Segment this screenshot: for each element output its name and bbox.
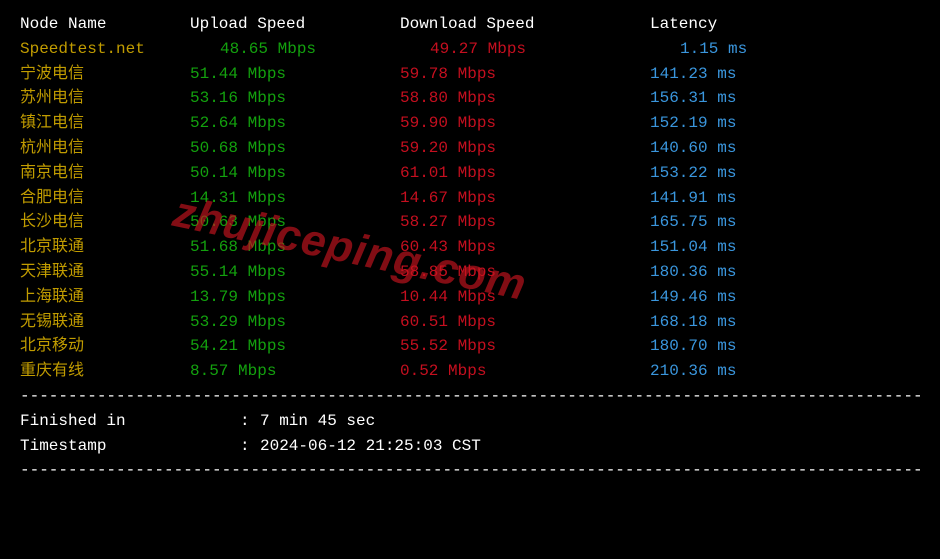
table-row: 北京联通51.68 Mbps60.43 Mbps151.04 ms xyxy=(20,235,920,260)
upload-speed: 50.14 Mbps xyxy=(190,161,400,186)
node-name: 重庆有线 xyxy=(20,359,190,384)
timestamp-label: Timestamp xyxy=(20,434,240,459)
upload-speed: 51.44 Mbps xyxy=(190,62,400,87)
upload-speed: 51.68 Mbps xyxy=(190,235,400,260)
footer-finished: Finished in : 7 min 45 sec xyxy=(20,409,920,434)
download-speed: 55.52 Mbps xyxy=(400,334,650,359)
download-speed: 14.67 Mbps xyxy=(400,186,650,211)
latency-value: 180.36 ms xyxy=(650,260,830,285)
node-name: 南京电信 xyxy=(20,161,190,186)
download-speed: 58.85 Mbps xyxy=(400,260,650,285)
table-row: 镇江电信52.64 Mbps59.90 Mbps152.19 ms xyxy=(20,111,920,136)
download-speed: 58.80 Mbps xyxy=(400,86,650,111)
table-row: 上海联通13.79 Mbps10.44 Mbps149.46 ms xyxy=(20,285,920,310)
table-row-speedtest: Speedtest.net 48.65 Mbps 49.27 Mbps 1.15… xyxy=(20,37,920,62)
node-name: 北京联通 xyxy=(20,235,190,260)
upload-speed: 8.57 Mbps xyxy=(190,359,400,384)
latency-value: 153.22 ms xyxy=(650,161,830,186)
node-name: 上海联通 xyxy=(20,285,190,310)
node-name: 天津联通 xyxy=(20,260,190,285)
latency-value: 180.70 ms xyxy=(650,334,830,359)
node-name: 苏州电信 xyxy=(20,86,190,111)
latency-value: 210.36 ms xyxy=(650,359,830,384)
finished-label: Finished in xyxy=(20,409,240,434)
node-name: 宁波电信 xyxy=(20,62,190,87)
download-speed: 10.44 Mbps xyxy=(400,285,650,310)
table-header-row: Node Name Upload Speed Download Speed La… xyxy=(20,12,920,37)
latency-value: 165.75 ms xyxy=(650,210,830,235)
separator: : xyxy=(240,409,260,434)
table-row: 长沙电信50.63 Mbps58.27 Mbps165.75 ms xyxy=(20,210,920,235)
separator: : xyxy=(240,434,260,459)
upload-speed: 50.63 Mbps xyxy=(190,210,400,235)
header-latency: Latency xyxy=(650,12,830,37)
table-row: 无锡联通53.29 Mbps60.51 Mbps168.18 ms xyxy=(20,310,920,335)
latency-value: 140.60 ms xyxy=(650,136,830,161)
divider-line: ----------------------------------------… xyxy=(20,458,920,483)
upload-speed: 53.29 Mbps xyxy=(190,310,400,335)
download-speed: 59.90 Mbps xyxy=(400,111,650,136)
table-row: 宁波电信51.44 Mbps59.78 Mbps141.23 ms xyxy=(20,62,920,87)
node-name: 合肥电信 xyxy=(20,186,190,211)
finished-value: 7 min 45 sec xyxy=(260,409,375,434)
latency-value: 1.15 ms xyxy=(650,37,830,62)
node-name: 长沙电信 xyxy=(20,210,190,235)
timestamp-value: 2024-06-12 21:25:03 CST xyxy=(260,434,481,459)
header-node: Node Name xyxy=(20,12,190,37)
header-upload: Upload Speed xyxy=(190,12,400,37)
latency-value: 141.23 ms xyxy=(650,62,830,87)
header-download: Download Speed xyxy=(400,12,650,37)
upload-speed: 52.64 Mbps xyxy=(190,111,400,136)
footer-timestamp: Timestamp : 2024-06-12 21:25:03 CST xyxy=(20,434,920,459)
table-row: 苏州电信53.16 Mbps58.80 Mbps156.31 ms xyxy=(20,86,920,111)
node-name: 镇江电信 xyxy=(20,111,190,136)
table-row: 北京移动54.21 Mbps55.52 Mbps180.70 ms xyxy=(20,334,920,359)
latency-value: 156.31 ms xyxy=(650,86,830,111)
table-body: 宁波电信51.44 Mbps59.78 Mbps141.23 ms苏州电信53.… xyxy=(20,62,920,384)
table-row: 南京电信50.14 Mbps61.01 Mbps153.22 ms xyxy=(20,161,920,186)
table-row: 天津联通55.14 Mbps58.85 Mbps180.36 ms xyxy=(20,260,920,285)
latency-value: 151.04 ms xyxy=(650,235,830,260)
upload-speed: 14.31 Mbps xyxy=(190,186,400,211)
upload-speed: 50.68 Mbps xyxy=(190,136,400,161)
download-speed: 0.52 Mbps xyxy=(400,359,650,384)
table-row: 杭州电信50.68 Mbps59.20 Mbps140.60 ms xyxy=(20,136,920,161)
download-speed: 60.43 Mbps xyxy=(400,235,650,260)
table-row: 合肥电信14.31 Mbps14.67 Mbps141.91 ms xyxy=(20,186,920,211)
download-speed: 61.01 Mbps xyxy=(400,161,650,186)
download-speed: 58.27 Mbps xyxy=(400,210,650,235)
table-row: 重庆有线8.57 Mbps0.52 Mbps210.36 ms xyxy=(20,359,920,384)
download-speed: 59.20 Mbps xyxy=(400,136,650,161)
download-speed: 59.78 Mbps xyxy=(400,62,650,87)
node-name: 杭州电信 xyxy=(20,136,190,161)
latency-value: 168.18 ms xyxy=(650,310,830,335)
download-speed: 49.27 Mbps xyxy=(400,37,650,62)
node-name: 北京移动 xyxy=(20,334,190,359)
upload-speed: 53.16 Mbps xyxy=(190,86,400,111)
download-speed: 60.51 Mbps xyxy=(400,310,650,335)
divider-line: ----------------------------------------… xyxy=(20,384,920,409)
latency-value: 149.46 ms xyxy=(650,285,830,310)
upload-speed: 54.21 Mbps xyxy=(190,334,400,359)
latency-value: 152.19 ms xyxy=(650,111,830,136)
upload-speed: 13.79 Mbps xyxy=(190,285,400,310)
upload-speed: 55.14 Mbps xyxy=(190,260,400,285)
latency-value: 141.91 ms xyxy=(650,186,830,211)
upload-speed: 48.65 Mbps xyxy=(190,37,400,62)
node-name: Speedtest.net xyxy=(20,37,190,62)
node-name: 无锡联通 xyxy=(20,310,190,335)
